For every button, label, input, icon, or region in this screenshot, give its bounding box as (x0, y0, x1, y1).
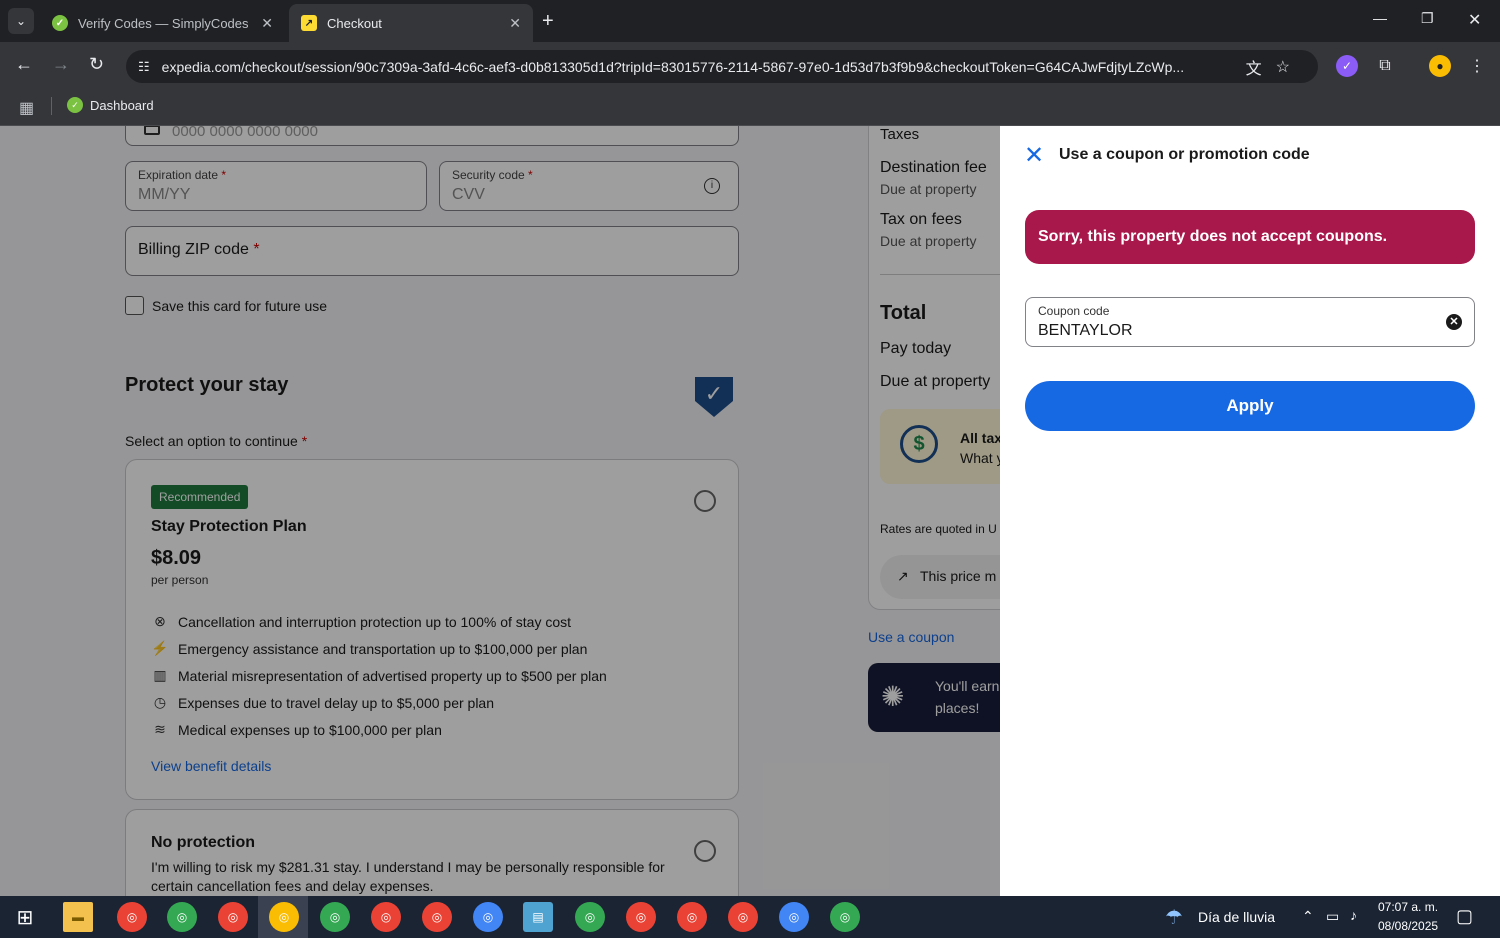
browser-tab-strip: ⌄ ✓ Verify Codes — SimplyCodes ✕ ↗ Check… (0, 0, 1500, 42)
chevron-up-icon[interactable]: ⌃ (1302, 908, 1314, 925)
profile-avatar[interactable]: ● (1429, 55, 1451, 77)
chrome-icon[interactable]: ◎ (218, 902, 248, 932)
reload-icon[interactable]: ↻ (89, 54, 104, 75)
chrome-icon[interactable]: ◎ (626, 902, 656, 932)
minimize-icon[interactable]: — (1373, 10, 1387, 26)
chrome-icon[interactable]: ◎ (422, 902, 452, 932)
tab-checkout[interactable]: ↗ Checkout ✕ (289, 4, 533, 42)
coupon-panel: ✕ Use a coupon or promotion code Sorry, … (1000, 126, 1500, 896)
site-info-icon[interactable]: ☷ (138, 59, 150, 75)
extensions-puzzle-icon[interactable]: ⧉ (1374, 55, 1396, 77)
chrome-icon[interactable]: ◎ (269, 902, 299, 932)
new-tab-button[interactable]: + (542, 10, 554, 33)
chrome-icon[interactable]: ◎ (167, 902, 197, 932)
simplycodes-icon: ✓ (52, 15, 68, 31)
chrome-icon[interactable]: ◎ (830, 902, 860, 932)
restore-icon[interactable]: ❐ (1421, 10, 1434, 27)
url-text[interactable]: expedia.com/checkout/session/90c7309a-3a… (162, 59, 1232, 75)
browser-menu-icon[interactable]: ⋮ (1466, 55, 1488, 77)
coupon-code-value[interactable]: BENTAYLOR (1038, 322, 1133, 340)
coupon-panel-title: Use a coupon or promotion code (1059, 146, 1310, 163)
windows-taskbar: ⊞ ▬ ◎ ◎ ◎ ◎ ◎ ◎ ◎ ◎ ▤ ◎ ◎ ◎ ◎ ◎ ◎ ☂ Día … (0, 896, 1500, 938)
address-bar[interactable]: ☷ expedia.com/checkout/session/90c7309a-… (126, 50, 1318, 83)
close-icon[interactable]: ✕ (1024, 144, 1044, 168)
chrome-icon[interactable]: ◎ (728, 902, 758, 932)
chrome-icon[interactable]: ◎ (371, 902, 401, 932)
coupon-code-field[interactable]: Coupon code BENTAYLOR ✕ (1025, 297, 1475, 347)
expedia-icon: ↗ (301, 15, 317, 31)
close-tab-icon[interactable]: ✕ (261, 15, 273, 32)
tab-search-button[interactable]: ⌄ (8, 8, 34, 34)
network-icon[interactable]: ▭ (1326, 908, 1339, 925)
bookmarks-bar: ▦ (0, 90, 1500, 126)
bookmark-label: Dashboard (90, 97, 154, 113)
extension-icon[interactable]: ✓ (1336, 55, 1358, 77)
close-window-icon[interactable]: ✕ (1468, 10, 1481, 30)
weather-text[interactable]: Día de lluvia (1198, 909, 1275, 925)
file-explorer-icon[interactable]: ▬ (63, 902, 93, 932)
tab-title: Verify Codes — SimplyCodes (78, 15, 249, 31)
apply-button[interactable]: Apply (1025, 381, 1475, 431)
bookmark-dashboard[interactable]: ✓ Dashboard (67, 97, 154, 113)
back-icon[interactable]: ← (15, 54, 33, 75)
coupon-error-message: Sorry, this property does not accept cou… (1025, 210, 1475, 264)
bookmark-separator (51, 97, 52, 115)
coupon-code-label: Coupon code (1038, 304, 1110, 318)
chrome-icon[interactable]: ◎ (779, 902, 809, 932)
rain-umbrella-icon[interactable]: ☂ (1165, 905, 1183, 930)
modal-scrim[interactable] (0, 126, 1000, 896)
tab-title: Checkout (327, 15, 382, 31)
windows-start-icon[interactable]: ⊞ (10, 902, 40, 932)
chrome-icon[interactable]: ◎ (677, 902, 707, 932)
translate-icon[interactable]: 文 (1246, 55, 1262, 79)
clock-date[interactable]: 08/08/2025 (1378, 919, 1438, 933)
bookmark-star-icon[interactable]: ☆ (1276, 57, 1290, 77)
chrome-icon[interactable]: ◎ (473, 902, 503, 932)
apps-grid-icon[interactable]: ▦ (19, 98, 34, 118)
forward-icon[interactable]: → (52, 54, 70, 75)
notepad-icon[interactable]: ▤ (523, 902, 553, 932)
checkout-page: 0000 0000 0000 0000 Expiration date * MM… (0, 126, 1500, 896)
chrome-icon[interactable]: ◎ (117, 902, 147, 932)
simplycodes-icon: ✓ (67, 97, 83, 113)
notifications-icon[interactable]: ▢ (1456, 906, 1473, 927)
chrome-icon[interactable]: ◎ (575, 902, 605, 932)
clear-input-icon[interactable]: ✕ (1446, 314, 1462, 330)
volume-icon[interactable]: ♪ (1350, 907, 1357, 923)
close-tab-icon[interactable]: ✕ (509, 15, 521, 32)
clock-time[interactable]: 07:07 a. m. (1378, 900, 1438, 914)
tab-verify-codes[interactable]: ✓ Verify Codes — SimplyCodes ✕ (40, 4, 285, 42)
chrome-icon[interactable]: ◎ (320, 902, 350, 932)
